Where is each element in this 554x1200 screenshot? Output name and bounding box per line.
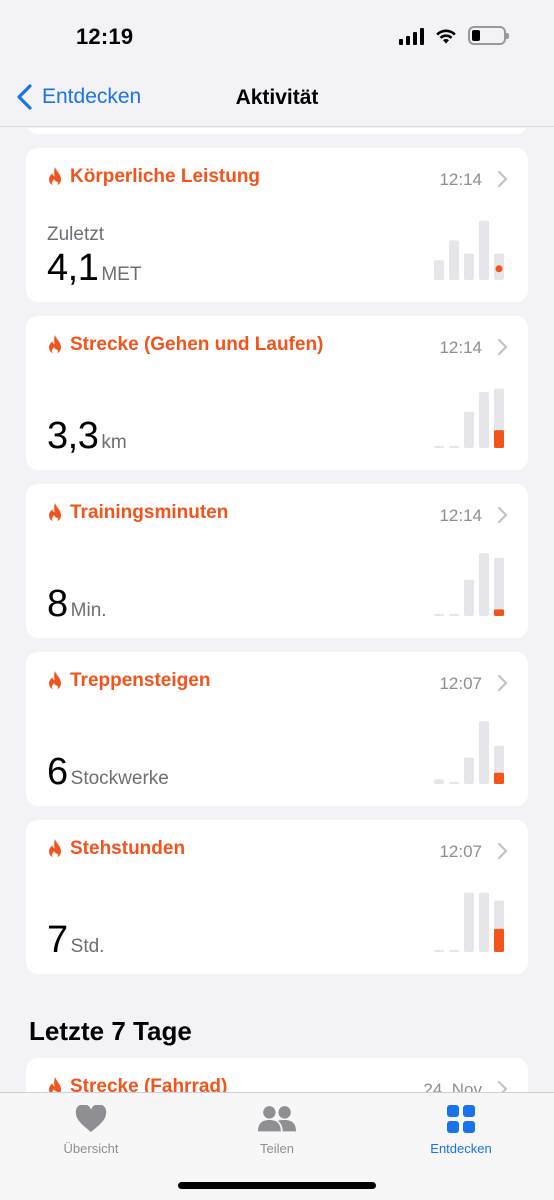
chart-current-dot	[495, 265, 503, 273]
card-title: Stehstunden	[70, 838, 186, 859]
tab-label: Teilen	[260, 1141, 294, 1156]
mini-bar-chart	[434, 380, 506, 450]
card-treppensteigen[interactable]: Treppensteigen 12:07 6 Stockwerke	[26, 652, 528, 806]
cellular-signal-icon	[399, 27, 424, 45]
chart-bar	[434, 614, 444, 616]
status-time: 12:19	[76, 24, 134, 49]
card-strecke-fahrrad[interactable]: Strecke (Fahrrad) 24. Nov	[26, 1058, 528, 1092]
people-icon	[257, 1106, 297, 1132]
chevron-right-icon	[497, 506, 508, 524]
value-unit: Stockwerke	[70, 768, 169, 789]
card-value: 4,1 MET	[47, 247, 141, 290]
card-value: 7 Std.	[47, 919, 104, 962]
heart-icon	[75, 1105, 107, 1132]
chart-bar	[464, 579, 474, 616]
chart-current-bar	[494, 928, 504, 952]
chart-bar	[464, 892, 474, 952]
chart-bar	[449, 950, 459, 952]
chart-bar	[479, 892, 489, 952]
wifi-icon	[436, 29, 456, 43]
value-unit: km	[101, 432, 127, 453]
value-unit: MET	[101, 264, 142, 285]
chart-bar	[464, 757, 474, 784]
tab-teilen[interactable]: Teilen	[217, 1103, 337, 1156]
card-value: 3,3 km	[47, 415, 127, 458]
value-number: 8	[47, 583, 68, 625]
flame-icon	[49, 1077, 61, 1092]
card-title: Treppensteigen	[70, 670, 211, 691]
tab-label: Übersicht	[63, 1141, 119, 1156]
value-number: 4,1	[47, 247, 99, 289]
chart-bar	[494, 557, 504, 616]
flame-icon	[49, 503, 61, 522]
value-number: 7	[47, 919, 68, 961]
chevron-right-icon	[497, 842, 508, 860]
previous-card-stub[interactable]	[26, 128, 528, 134]
card-title: Strecke (Gehen und Laufen)	[70, 334, 324, 355]
status-icons	[399, 26, 509, 45]
chart-bar	[434, 260, 444, 280]
card-strecke-gehen-laufen[interactable]: Strecke (Gehen und Laufen) 12:14 3,3 km	[26, 316, 528, 470]
chart-bar	[434, 779, 444, 784]
value-unit: Min.	[70, 600, 107, 621]
card-title: Körperliche Leistung	[70, 166, 261, 187]
navigation-bar: Entdecken Aktivität	[0, 72, 554, 127]
chart-current-bar	[494, 430, 504, 448]
chart-bar	[479, 553, 489, 616]
mini-bar-chart	[434, 212, 506, 282]
card-subtitle: Zuletzt	[47, 224, 105, 245]
card-time: 12:14	[439, 506, 482, 525]
card-value: 8 Min.	[47, 583, 107, 626]
chart-bar	[464, 411, 474, 448]
chart-bar	[479, 391, 489, 448]
tab-uebersicht[interactable]: Übersicht	[31, 1103, 151, 1156]
card-time: 12:07	[439, 674, 482, 693]
card-koerperliche-leistung[interactable]: Körperliche Leistung 12:14 Zuletzt 4,1 ME…	[26, 148, 528, 302]
chart-bar	[449, 614, 459, 616]
flame-icon	[49, 671, 61, 690]
chevron-right-icon	[497, 338, 508, 356]
content-scroll[interactable]: Körperliche Leistung 12:14 Zuletzt 4,1 ME…	[0, 128, 554, 1092]
card-title: Trainingsminuten	[70, 502, 229, 523]
value-number: 3,3	[47, 415, 99, 457]
grid-icon	[447, 1105, 475, 1133]
flame-icon	[49, 335, 61, 354]
chart-bar	[464, 253, 474, 280]
tab-entdecken[interactable]: Entdecken	[401, 1103, 521, 1156]
section-header: Letzte 7 Tage	[29, 1016, 192, 1046]
chart-bar	[434, 446, 444, 448]
card-value: 6 Stockwerke	[47, 751, 169, 794]
card-time: 12:14	[439, 170, 482, 189]
card-time: 12:07	[439, 842, 482, 861]
chart-bar	[449, 240, 459, 280]
chart-current-bar	[494, 772, 504, 784]
mini-bar-chart	[434, 884, 506, 954]
card-time: 12:14	[439, 338, 482, 357]
card-date: 24. Nov	[423, 1080, 482, 1092]
chart-bar	[449, 782, 459, 784]
value-unit: Std.	[70, 936, 105, 957]
home-indicator	[178, 1182, 376, 1189]
flame-icon	[49, 839, 61, 858]
status-bar: 12:19	[0, 0, 554, 72]
mini-bar-chart	[434, 548, 506, 618]
page-title: Aktivität	[235, 86, 319, 109]
value-number: 6	[47, 751, 68, 793]
card-stehstunden[interactable]: Stehstunden 12:07 7 Std.	[26, 820, 528, 974]
chevron-right-icon	[497, 1080, 508, 1092]
chart-bar	[479, 721, 489, 784]
flame-icon	[49, 167, 61, 186]
chart-bar	[434, 950, 444, 952]
chart-current-bar	[494, 609, 504, 616]
battery-icon	[468, 26, 509, 45]
chevron-right-icon	[497, 170, 508, 188]
chart-bar	[479, 220, 489, 280]
chart-bar	[449, 446, 459, 448]
card-title: Strecke (Fahrrad)	[70, 1076, 228, 1092]
card-trainingsminuten[interactable]: Trainingsminuten 12:14 8 Min.	[26, 484, 528, 638]
tab-label: Entdecken	[430, 1141, 492, 1156]
chevron-right-icon	[497, 674, 508, 692]
mini-bar-chart	[434, 716, 506, 786]
